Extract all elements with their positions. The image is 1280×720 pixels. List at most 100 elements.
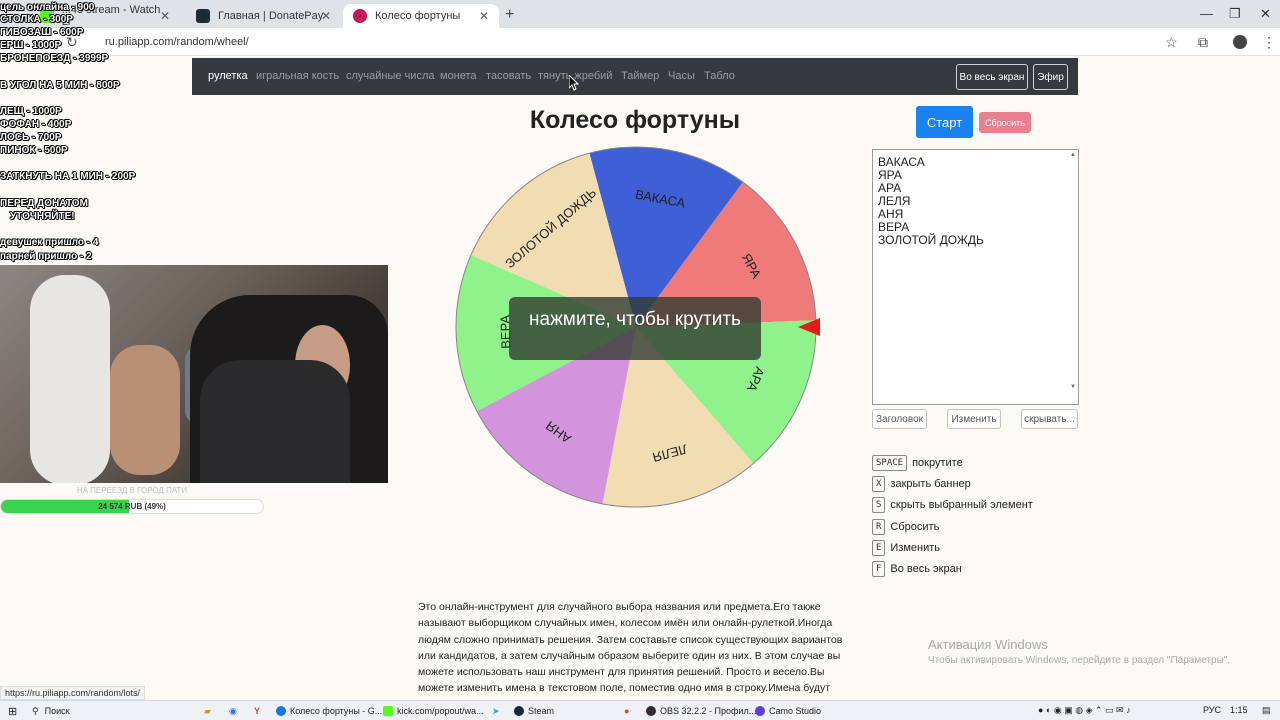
names-line: ЯРА	[878, 168, 902, 182]
telegram-icon[interactable]: ➤	[492, 703, 500, 719]
taskbar-app-label: Колесо фортуны - G...	[290, 706, 383, 716]
menu-kebab-icon[interactable]: ⋮	[1262, 34, 1276, 51]
taskbar-app-label: Camo Studio	[769, 706, 822, 716]
shortcut-label: Во весь экран	[890, 563, 962, 575]
nav-shuffle[interactable]: тасовать	[486, 70, 531, 82]
goal-amount: 24 574 RUB (49%)	[98, 502, 166, 511]
nav-scoreboard[interactable]: Табло	[704, 70, 735, 82]
taskbar-app-label: Steam	[528, 706, 555, 716]
webcam-feed	[0, 265, 388, 483]
yandex-icon[interactable]: Y	[254, 703, 260, 719]
overlay-line: ГИВОЗАШ - 600Р	[0, 27, 84, 38]
person-shirt	[200, 360, 350, 483]
taskbar-app-label: kick.com/popout/wa...	[397, 706, 484, 716]
steam-icon	[514, 706, 524, 716]
overlay-line: В УГОЛ НА 5 МИН - 800Р	[0, 80, 120, 91]
nav-timer[interactable]: Таймер	[621, 70, 659, 82]
person-figure	[110, 345, 180, 475]
tray-icons[interactable]: ● ◐ ◉ ▣ ◍ ◈ ⌃ ▭ ✉ ♪	[1038, 705, 1131, 716]
key-badge: F	[872, 561, 886, 577]
clock[interactable]: 1:15	[1230, 705, 1248, 715]
taskbar-search[interactable]: ⚲ Поиск	[32, 703, 70, 719]
extensions-icon[interactable]: ⧉	[1198, 34, 1208, 51]
reset-button[interactable]: Сбросить	[979, 112, 1031, 133]
overlay-line: парней пришло - 2	[0, 251, 92, 262]
close-icon[interactable]: ✕	[479, 9, 489, 23]
search-icon: ⚲	[32, 705, 39, 716]
recording-icon[interactable]: ●	[624, 703, 629, 719]
profile-avatar[interactable]	[1233, 35, 1247, 49]
shortcut-label: скрыть выбранный элемент	[890, 499, 1033, 511]
nav-coin[interactable]: монета	[440, 70, 477, 82]
chrome-icon	[276, 706, 286, 716]
overlay-line: ЕРШ - 1000Р	[0, 40, 62, 51]
person-figure	[30, 275, 110, 483]
close-icon[interactable]: ✕	[160, 9, 170, 23]
windows-start-icon[interactable]: ⊞	[8, 703, 17, 719]
windows-taskbar: ⊞ ⚲ Поиск ▰ ◉ Y Колесо фортуны - G... kic…	[0, 700, 1280, 720]
tab-donatepay[interactable]: Главная | DonatePay ✕	[186, 4, 341, 28]
bookmark-star-icon[interactable]: ☆	[1165, 34, 1178, 51]
obs-icon	[646, 706, 656, 716]
shortcut-label: Сбросить	[890, 521, 940, 533]
overlay-line: ФОФАН - 400Р	[0, 119, 72, 130]
goal-label: НА ПЕРЕЕЗД В ГОРОД ПАТИ	[76, 486, 188, 495]
donatepay-icon	[196, 9, 210, 23]
shortcut-f: F Во весь экран	[872, 561, 962, 577]
page-title: Колесо фортуны	[529, 106, 741, 134]
taskbar-app-obs[interactable]: OBS 32.2.2 - Профил...	[646, 703, 756, 719]
taskbar-app-kick[interactable]: kick.com/popout/wa...	[383, 703, 484, 719]
key-badge: E	[872, 540, 886, 556]
overlay-line: УТОЧНЯЙТЕ!	[10, 211, 75, 222]
overlay-line: ЛЕЩ - 1000Р	[0, 106, 62, 117]
restore-icon[interactable]: ❐	[1229, 6, 1241, 22]
activation-title: Активация Windows	[928, 637, 1048, 652]
window-close-icon[interactable]: ✕	[1260, 6, 1271, 22]
fullscreen-button[interactable]: Во весь экран	[956, 64, 1028, 90]
taskbar-app-steam[interactable]: Steam	[514, 703, 554, 719]
donation-goal-bar: 24 574 RUB (49%)	[0, 499, 264, 514]
hide-button[interactable]: скрывать...	[1021, 409, 1078, 429]
status-bar-link: https://ru.piliapp.com/random/lots/	[0, 686, 146, 700]
broadcast-button[interactable]: Эфир	[1033, 64, 1068, 90]
address-bar[interactable]: ru.piliapp.com/random/wheel/	[105, 36, 249, 48]
overlay-line: ПЕРЕД ДОНАТОМ	[0, 198, 88, 209]
shortcut-label: Изменить	[890, 542, 941, 554]
scrollbar[interactable]: ▲ ▼	[1068, 150, 1078, 404]
shortcut-e: E Изменить	[872, 540, 940, 556]
close-icon[interactable]: ✕	[321, 9, 331, 23]
piliapp-icon	[353, 9, 367, 23]
new-tab-icon[interactable]: +	[505, 6, 514, 24]
overlay-line: СТОЛКА - 300Р	[0, 14, 73, 25]
names-line: ВАКАСА	[878, 155, 925, 169]
start-button[interactable]: Старт	[916, 106, 973, 138]
nav-dice[interactable]: игральная кость	[256, 70, 339, 82]
mouse-cursor-icon	[569, 75, 579, 91]
title-button[interactable]: Заголовок	[872, 409, 927, 429]
shortcut-r: R Сбросить	[872, 519, 939, 535]
minimize-icon[interactable]: —	[1200, 6, 1213, 21]
shortcut-label: покрутите	[912, 457, 963, 469]
shortcut-x: Xзакрыть баннер	[872, 476, 971, 492]
names-line: ЗОЛОТОЙ ДОЖДЬ	[878, 233, 984, 247]
nav-clock[interactable]: Часы	[668, 70, 695, 82]
taskbar-app-label: OBS 32.2.2 - Профил...	[660, 706, 757, 716]
tab-wheel-of-fortune[interactable]: Колесо фортуны ✕	[343, 4, 499, 28]
browser-toolbar: ← → ↻ ru.piliapp.com/random/wheel/ ☆ ⧉ ⋮	[0, 28, 1280, 56]
edit-button[interactable]: Изменить	[947, 409, 1001, 429]
names-textarea[interactable]: ВАКАСА ЯРА АРА ЛЕЛЯ АНЯ ВЕРА ЗОЛОТОЙ ДОЖДЬ ▲ ▼	[872, 149, 1079, 405]
taskbar-app-camo[interactable]: Camo Studio	[755, 703, 821, 719]
key-badge: X	[872, 476, 886, 492]
notifications-icon[interactable]: ▤	[1262, 705, 1271, 716]
language-indicator[interactable]: РУС	[1203, 705, 1221, 715]
edge-icon[interactable]: ◉	[229, 703, 237, 719]
nav-roulette[interactable]: рулетка	[208, 70, 248, 82]
tab-label: Колесо фортуны	[375, 10, 461, 22]
nav-random-numbers[interactable]: случайные числа	[346, 70, 434, 82]
explorer-icon[interactable]: ▰	[204, 703, 211, 719]
description-text: Это онлайн-инструмент для случайного выб…	[418, 601, 843, 695]
spin-overlay[interactable]: нажмите, чтобы крутить	[509, 297, 761, 360]
camo-icon	[755, 706, 765, 716]
overlay-line: ЗАТКНУТЬ НА 1 МИН - 200Р	[0, 171, 136, 182]
taskbar-app-chrome[interactable]: Колесо фортуны - G...	[276, 703, 382, 719]
